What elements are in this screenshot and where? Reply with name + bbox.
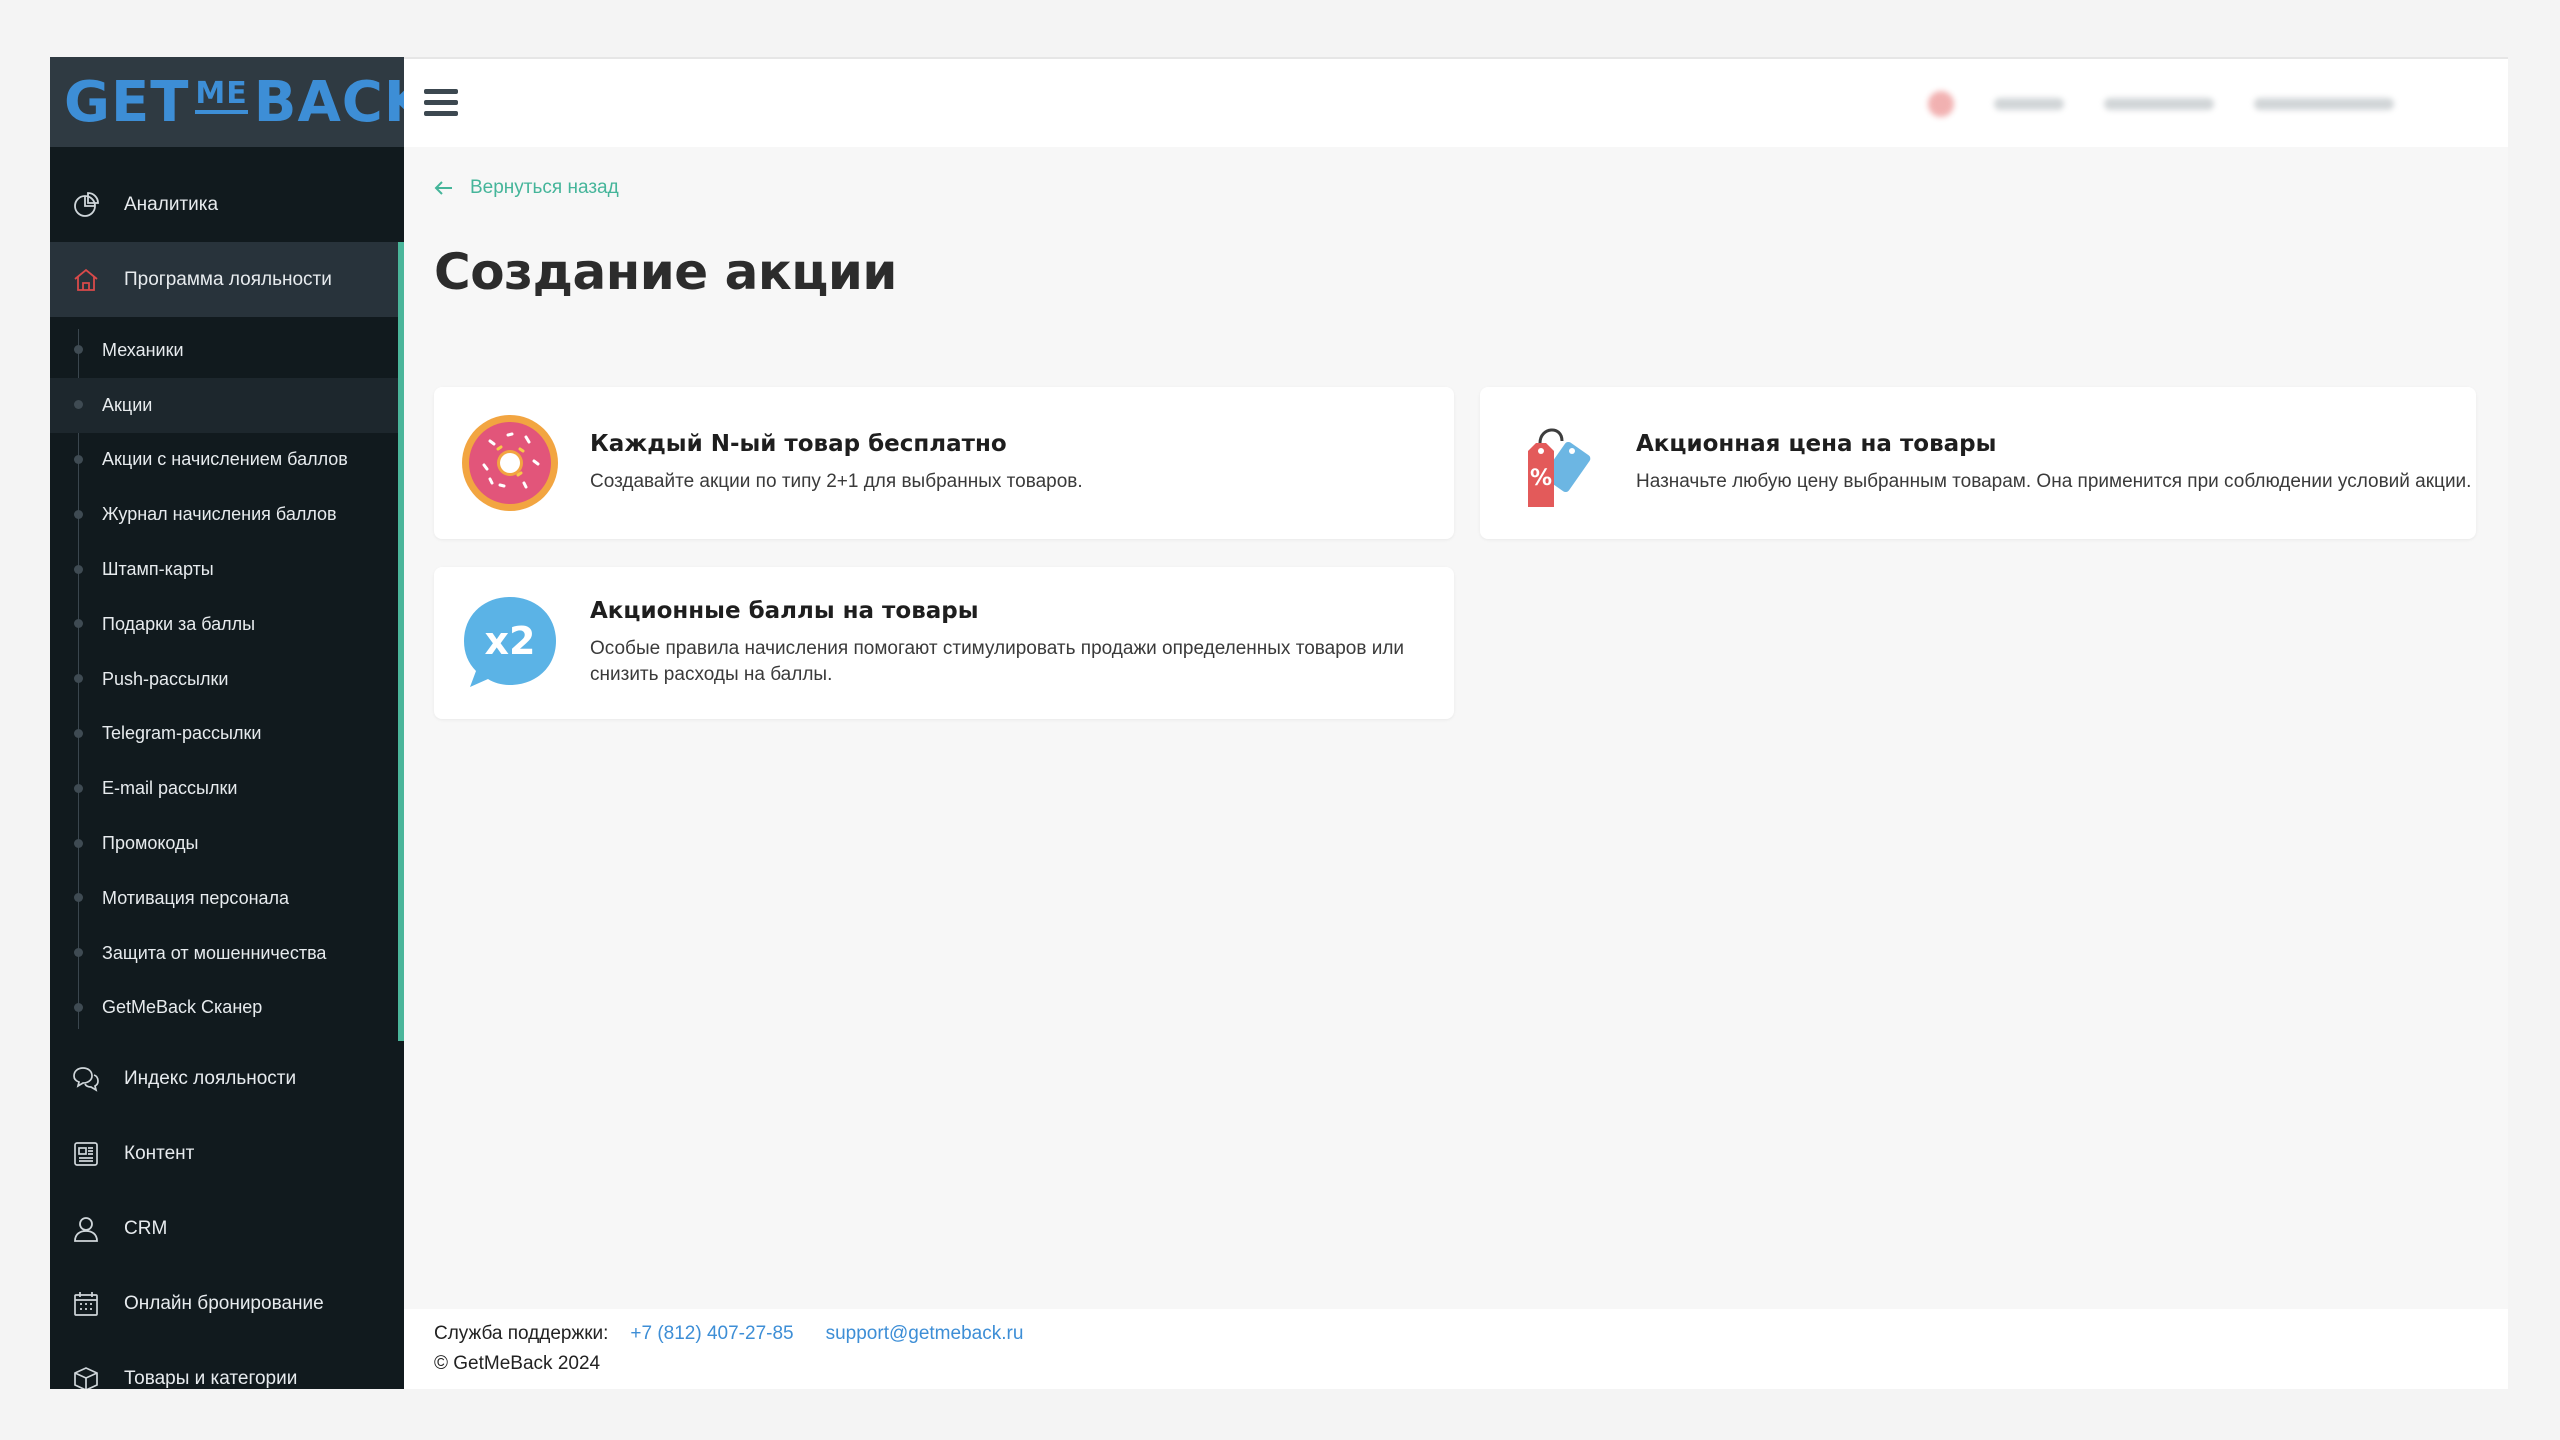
support-phone-link[interactable]: +7 (812) 407-27-85	[630, 1323, 793, 1345]
submenu-item-gifts[interactable]: Подарки за баллы	[50, 597, 404, 652]
submenu-item-email[interactable]: E-mail рассылки	[50, 761, 404, 816]
pie-chart-icon	[70, 189, 102, 221]
home-icon	[70, 264, 102, 296]
sidebar-item-booking[interactable]: Онлайн бронирование	[50, 1266, 404, 1341]
submenu-item-points-log[interactable]: Журнал начисления баллов	[50, 487, 404, 542]
logo-text: GET ME BACK	[64, 70, 404, 135]
promo-card-nth-free[interactable]: Каждый N-ый товар бесплатно Создавайте а…	[434, 387, 1454, 539]
sidebar: GET ME BACK Аналитика	[50, 57, 404, 1389]
card-description: Создавайте акции по типу 2+1 для выбранн…	[590, 471, 1083, 492]
submenu-item-stamp-cards[interactable]: Штамп-карты	[50, 542, 404, 597]
svg-text:x2: x2	[485, 619, 536, 663]
calendar-icon	[70, 1288, 102, 1320]
back-link[interactable]: Вернуться назад	[434, 177, 619, 199]
header-account-area	[1928, 77, 2488, 131]
logo[interactable]: GET ME BACK	[50, 57, 404, 147]
card-text: Акционные баллы на товары Особые правила…	[590, 598, 1454, 688]
donut-icon	[460, 413, 560, 513]
card-text: Акционная цена на товары Назначьте любую…	[1636, 431, 2471, 495]
sidebar-item-loyalty-index[interactable]: Индекс лояльности	[50, 1041, 404, 1116]
price-tag-icon: %	[1506, 413, 1606, 513]
submenu-item-fraud-protection[interactable]: Защита от мошенничества	[50, 926, 404, 981]
logo-part-get: GET	[64, 69, 190, 135]
box-icon	[70, 1363, 102, 1389]
submenu-item-promotions[interactable]: Акции	[50, 377, 404, 433]
submenu-item-points-promotions[interactable]: Акции с начислением баллов	[50, 433, 404, 488]
sidebar-item-label: Онлайн бронирование	[124, 1292, 324, 1314]
card-description: Особые правила начисления помогают стиму…	[590, 638, 1405, 685]
main-content: Вернуться назад Создание акции Каждый N-…	[404, 147, 2508, 1299]
footer: Служба поддержки: +7 (812) 407-27-85 sup…	[404, 1309, 2508, 1389]
card-description: Назначьте любую цену выбранным товарам. …	[1636, 471, 2472, 492]
card-title: Акционные баллы на товары	[590, 598, 979, 624]
loyalty-submenu: Механики Акции Акции с начислением балло…	[50, 317, 404, 1042]
logo-part-me: ME	[195, 78, 248, 114]
sidebar-item-content[interactable]: Контент	[50, 1116, 404, 1191]
sidebar-item-label: CRM	[124, 1217, 168, 1239]
submenu-item-promocodes[interactable]: Промокоды	[50, 816, 404, 871]
card-title: Акционная цена на товары	[1636, 431, 1997, 457]
sidebar-item-label: Контент	[124, 1142, 195, 1164]
newspaper-icon	[70, 1138, 102, 1170]
back-link-label: Вернуться назад	[470, 177, 619, 198]
sidebar-item-label: Программа лояльности	[124, 268, 332, 290]
sidebar-item-crm[interactable]: CRM	[50, 1191, 404, 1266]
submenu-item-scanner[interactable]: GetMeBack Сканер	[50, 981, 404, 1036]
app-window: GET ME BACK Аналитика	[50, 57, 2508, 1389]
card-title: Каждый N-ый товар бесплатно	[590, 431, 1007, 457]
support-label: Служба поддержки:	[434, 1323, 609, 1344]
sidebar-nav: Аналитика Программа лояльности Механики …	[50, 167, 404, 1389]
submenu-item-mechanics[interactable]: Механики	[50, 323, 404, 378]
page-title: Создание акции	[434, 243, 897, 301]
top-header	[404, 57, 2508, 147]
svg-text:%: %	[1530, 466, 1552, 491]
sidebar-item-products[interactable]: Товары и категории	[50, 1341, 404, 1389]
promo-card-special-price[interactable]: % Акционная цена на товары Назначьте люб…	[1480, 387, 2476, 539]
user-icon	[70, 1213, 102, 1245]
sidebar-item-label: Индекс лояльности	[124, 1067, 297, 1089]
submenu-item-push[interactable]: Push-рассылки	[50, 652, 404, 707]
copyright: © GetMeBack 2024	[434, 1353, 601, 1374]
support-row: Служба поддержки: +7 (812) 407-27-85 sup…	[434, 1323, 2508, 1345]
sidebar-item-analytics[interactable]: Аналитика	[50, 167, 404, 242]
chat-bubbles-icon	[70, 1063, 102, 1095]
submenu-item-staff-motivation[interactable]: Мотивация персонала	[50, 871, 404, 926]
hamburger-menu-icon[interactable]	[424, 89, 458, 117]
x2-badge-icon: x2	[460, 593, 560, 693]
sidebar-item-label: Товары и категории	[124, 1367, 298, 1389]
sidebar-item-label: Аналитика	[124, 193, 219, 215]
submenu-item-telegram[interactable]: Telegram-рассылки	[50, 707, 404, 762]
promo-card-bonus-points[interactable]: x2 Акционные баллы на товары Особые прав…	[434, 567, 1454, 719]
sidebar-item-loyalty[interactable]: Программа лояльности	[50, 242, 404, 317]
logo-part-back: BACK	[253, 69, 404, 135]
support-email-link[interactable]: support@getmeback.ru	[826, 1323, 1024, 1345]
card-text: Каждый N-ый товар бесплатно Создавайте а…	[590, 431, 1083, 495]
arrow-left-icon	[434, 180, 454, 196]
